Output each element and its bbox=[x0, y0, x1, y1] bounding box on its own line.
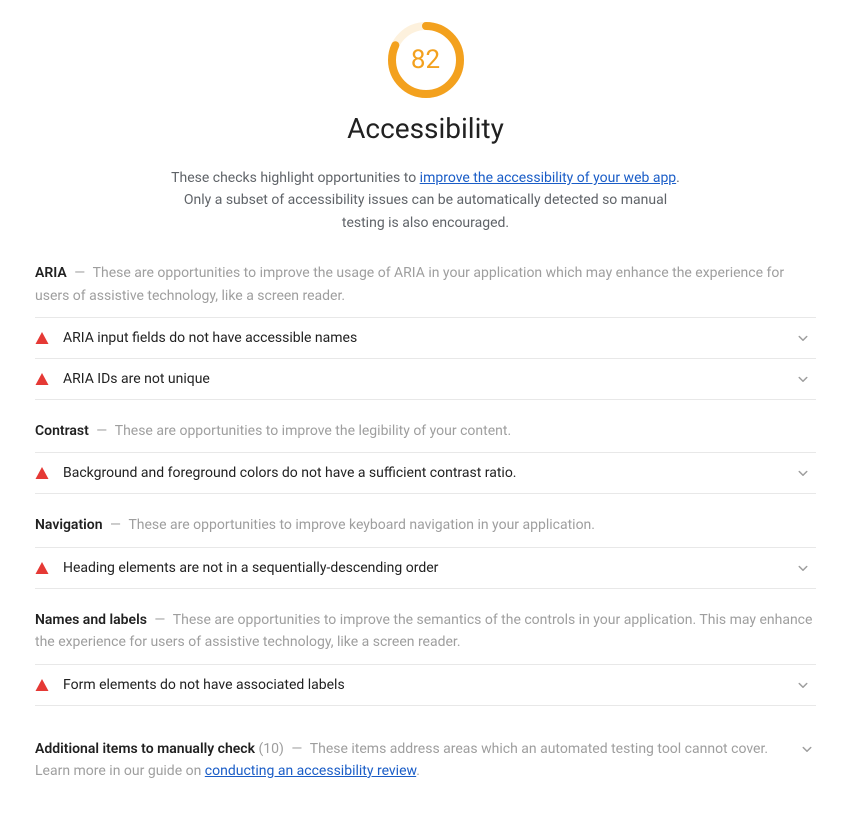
audit-row-form-labels[interactable]: Form elements do not have associated lab… bbox=[35, 664, 816, 706]
audit-text: ARIA input fields do not have accessible… bbox=[63, 330, 794, 346]
fail-triangle-icon bbox=[35, 466, 49, 480]
audit-row-heading-order[interactable]: Heading elements are not in a sequential… bbox=[35, 547, 816, 589]
group-title: Navigation bbox=[35, 517, 103, 533]
audit-row-aria-ids[interactable]: ARIA IDs are not unique bbox=[35, 358, 816, 400]
audit-text: Background and foreground colors do not … bbox=[63, 465, 794, 481]
audit-text: Heading elements are not in a sequential… bbox=[63, 560, 794, 576]
gauge-circle: 82 bbox=[386, 20, 466, 100]
group-contrast: Contrast — These are opportunities to im… bbox=[35, 420, 816, 494]
group-header-names-labels: Names and labels — These are opportuniti… bbox=[35, 609, 816, 654]
group-header-aria: ARIA — These are opportunities to improv… bbox=[35, 262, 816, 307]
fail-triangle-icon bbox=[35, 331, 49, 345]
group-header-contrast: Contrast — These are opportunities to im… bbox=[35, 420, 816, 442]
accessibility-review-link[interactable]: conducting an accessibility review bbox=[205, 763, 416, 779]
audit-row-aria-input[interactable]: ARIA input fields do not have accessible… bbox=[35, 317, 816, 358]
group-aria: ARIA — These are opportunities to improv… bbox=[35, 262, 816, 400]
group-desc: These are opportunities to improve the l… bbox=[115, 423, 511, 439]
group-names-labels: Names and labels — These are opportuniti… bbox=[35, 609, 816, 706]
chevron-down-icon bbox=[794, 559, 812, 577]
group-title: Contrast bbox=[35, 423, 89, 439]
audit-text: ARIA IDs are not unique bbox=[63, 371, 794, 387]
chevron-down-icon bbox=[794, 370, 812, 388]
chevron-down-icon bbox=[794, 329, 812, 347]
chevron-down-icon bbox=[794, 464, 812, 482]
section-title: Accessibility bbox=[347, 112, 504, 145]
desc-pre-text: These checks highlight opportunities to bbox=[171, 170, 420, 186]
section-description: These checks highlight opportunities to … bbox=[166, 167, 686, 234]
manual-title: Additional items to manually check bbox=[35, 741, 255, 757]
fail-triangle-icon bbox=[35, 678, 49, 692]
accessibility-score-gauge: 82 Accessibility bbox=[35, 20, 816, 157]
group-navigation: Navigation — These are opportunities to … bbox=[35, 514, 816, 588]
audit-text: Form elements do not have associated lab… bbox=[63, 677, 794, 693]
fail-triangle-icon bbox=[35, 372, 49, 386]
manual-check-row[interactable]: Additional items to manually check (10) … bbox=[35, 718, 816, 793]
score-value: 82 bbox=[386, 20, 466, 100]
chevron-down-icon bbox=[794, 676, 812, 694]
audit-row-contrast[interactable]: Background and foreground colors do not … bbox=[35, 452, 816, 494]
manual-desc-post: . bbox=[416, 763, 420, 779]
group-title: Names and labels bbox=[35, 612, 147, 628]
group-header-navigation: Navigation — These are opportunities to … bbox=[35, 514, 816, 536]
manual-check-header: Additional items to manually check (10) … bbox=[35, 738, 788, 783]
group-title: ARIA bbox=[35, 265, 67, 281]
chevron-down-icon bbox=[798, 740, 816, 758]
fail-triangle-icon bbox=[35, 561, 49, 575]
group-desc: These are opportunities to improve the u… bbox=[35, 265, 784, 303]
improve-accessibility-link[interactable]: improve the accessibility of your web ap… bbox=[420, 170, 677, 186]
manual-count: (10) bbox=[258, 741, 283, 757]
group-desc: These are opportunities to improve keybo… bbox=[128, 517, 595, 533]
